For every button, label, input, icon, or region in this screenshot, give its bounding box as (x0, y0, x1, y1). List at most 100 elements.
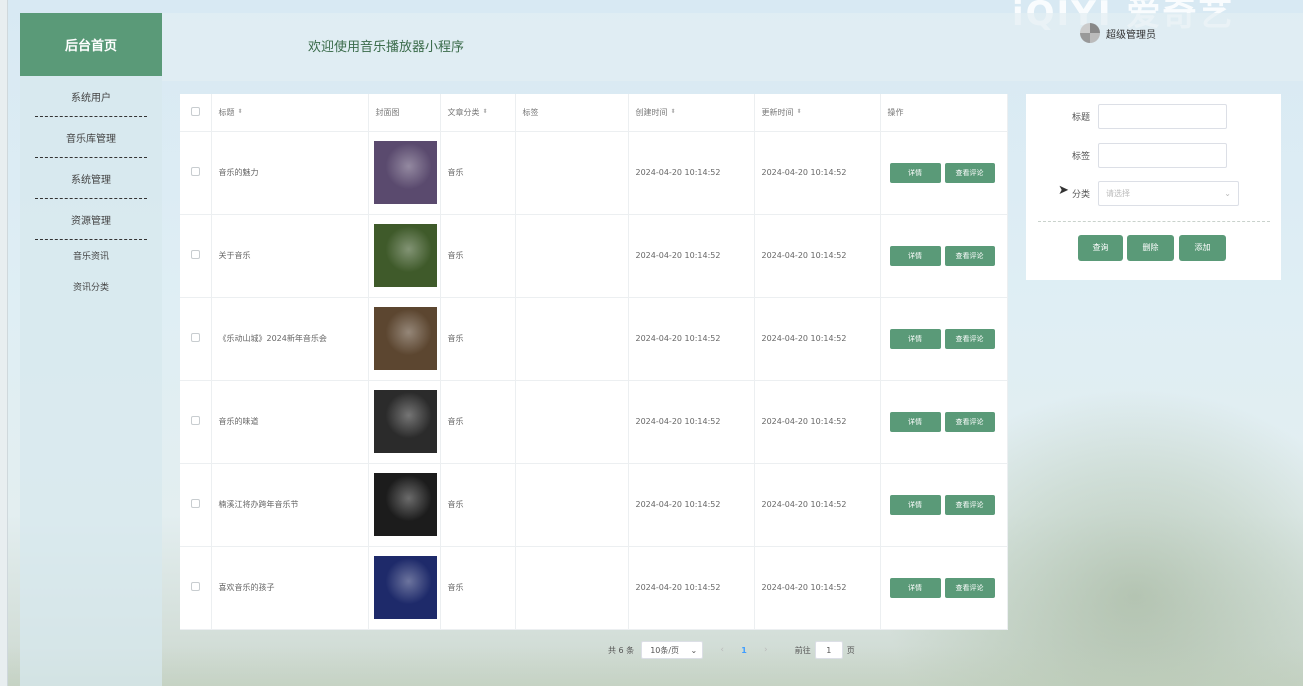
view-comments-button[interactable]: 查看评论 (944, 494, 995, 515)
row-created: 2024-04-20 10:14:52 (628, 214, 755, 298)
row-cover (368, 380, 441, 464)
tag-input[interactable] (1098, 143, 1227, 168)
detail-button[interactable]: 详情 (889, 411, 941, 432)
view-comments-button[interactable]: 查看评论 (944, 328, 995, 349)
column-header-updated[interactable]: 更新时间 ⬍ (754, 94, 881, 132)
top-header: 欢迎使用音乐播放器小程序 超级管理员 (162, 13, 1303, 81)
row-actions: 详情 查看评论 (880, 214, 1008, 298)
sidebar-subitem-news-category[interactable]: 资讯分类 (20, 271, 162, 302)
sidebar-item-music-library[interactable]: 音乐库管理 (35, 117, 147, 158)
select-all-checkbox[interactable] (190, 106, 200, 116)
table-row: 音乐的味道 音乐 2024-04-20 10:14:52 2024-04-20 10:… (180, 380, 1008, 464)
filter-row-tag: 标签 (1026, 143, 1227, 168)
row-actions: 详情 查看评论 (880, 297, 1008, 381)
column-header-created[interactable]: 创建时间 ⬍ (628, 94, 755, 132)
sort-icon[interactable]: ⬍ (483, 109, 488, 115)
filter-title-label: 标题 (1071, 113, 1090, 123)
view-comments-button[interactable]: 查看评论 (944, 577, 995, 598)
column-header-cover: 封面图 (368, 94, 441, 132)
table-header-row: 标题 ⬍ 封面图 文章分类 ⬍ 标签 创建时间 ⬍ 更新时间 ⬍ 操作 (180, 94, 1008, 132)
row-updated: 2024-04-20 10:14:52 (754, 380, 881, 464)
cover-image (373, 390, 437, 453)
sidebar-item-system-management[interactable]: 系统管理 (35, 158, 147, 199)
avatar-icon (1080, 23, 1100, 43)
next-page-icon[interactable]: › (761, 645, 771, 655)
row-tags (515, 546, 629, 630)
row-created: 2024-04-20 10:14:52 (628, 131, 755, 215)
cover-image (373, 473, 437, 536)
row-created: 2024-04-20 10:14:52 (628, 380, 755, 464)
cover-image (373, 141, 437, 204)
detail-button[interactable]: 详情 (889, 245, 941, 266)
row-created: 2024-04-20 10:14:52 (628, 546, 755, 630)
column-header-title[interactable]: 标题 ⬍ (211, 94, 369, 132)
sidebar-brand-home[interactable]: 后台首页 (20, 13, 162, 76)
row-cover (368, 297, 441, 381)
row-checkbox[interactable] (190, 333, 200, 342)
row-actions: 详情 查看评论 (880, 380, 1008, 464)
cover-image (373, 307, 437, 370)
sort-icon[interactable]: ⬍ (671, 109, 676, 115)
prev-page-icon[interactable]: ‹ (717, 645, 727, 655)
sidebar-item-resource-management[interactable]: 资源管理 (35, 199, 147, 240)
goto-suffix: 页 (846, 645, 855, 655)
sort-icon[interactable]: ⬍ (238, 109, 243, 115)
row-actions: 详情 查看评论 (880, 463, 1008, 547)
cover-image (373, 556, 437, 619)
view-comments-button[interactable]: 查看评论 (944, 411, 995, 432)
column-header-category[interactable]: 文章分类 ⬍ (440, 94, 516, 132)
row-checkbox[interactable] (190, 499, 200, 508)
delete-button[interactable]: 删除 (1127, 235, 1174, 261)
filter-row-title: 标题 (1026, 104, 1227, 129)
row-checkbox[interactable] (190, 416, 200, 425)
table-row: 《乐动山城》2024新年音乐会 音乐 2024-04-20 10:14:52 2024… (180, 297, 1008, 381)
row-title: 《乐动山城》2024新年音乐会 (211, 297, 369, 381)
row-actions: 详情 查看评论 (880, 131, 1008, 215)
row-checkbox[interactable] (190, 167, 200, 176)
row-tags (515, 214, 629, 298)
row-tags (515, 463, 629, 547)
user-menu[interactable]: 超级管理员 (1080, 23, 1156, 43)
panel-divider (1038, 221, 1270, 222)
category-select[interactable]: 请选择 ⌄ (1098, 181, 1239, 206)
sort-icon[interactable]: ⬍ (797, 109, 802, 115)
sidebar-subitem-music-news[interactable]: 音乐资讯 (20, 240, 162, 271)
row-category: 音乐 (440, 214, 516, 298)
row-title: 音乐的魅力 (211, 131, 369, 215)
window-edge (0, 0, 8, 686)
page-size-select[interactable]: 10条/页 ⌄ (641, 641, 704, 659)
row-cover (368, 214, 441, 298)
detail-button[interactable]: 详情 (889, 328, 941, 349)
row-checkbox[interactable] (190, 250, 200, 259)
pagination-total: 共 6 条 (608, 645, 635, 655)
detail-button[interactable]: 详情 (889, 577, 941, 598)
detail-button[interactable]: 详情 (889, 162, 941, 183)
row-title: 音乐的味道 (211, 380, 369, 464)
goto-page-input[interactable]: 1 (814, 641, 843, 659)
chevron-down-icon: ⌄ (1224, 189, 1231, 198)
add-button[interactable]: 添加 (1179, 235, 1226, 261)
detail-button[interactable]: 详情 (889, 494, 941, 515)
view-comments-button[interactable]: 查看评论 (944, 245, 995, 266)
row-category: 音乐 (440, 380, 516, 464)
row-actions: 详情 查看评论 (880, 546, 1008, 630)
row-updated: 2024-04-20 10:14:52 (754, 546, 881, 630)
news-table: 标题 ⬍ 封面图 文章分类 ⬍ 标签 创建时间 ⬍ 更新时间 ⬍ 操作 音乐的魅力 音乐 2… (180, 94, 1008, 630)
pagination: 共 6 条 10条/页 ⌄ ‹ 1 › 前往 1 页 (608, 641, 855, 659)
view-comments-button[interactable]: 查看评论 (944, 162, 995, 183)
table-row: 关于音乐 音乐 2024-04-20 10:14:52 2024-04-20 10:1… (180, 214, 1008, 298)
chevron-down-icon: ⌄ (690, 645, 698, 655)
sidebar: 后台首页 系统用户 音乐库管理 系统管理 资源管理 音乐资讯 资讯分类 (20, 13, 162, 686)
column-header-tags: 标签 (515, 94, 629, 132)
table-row: 音乐的魅力 音乐 2024-04-20 10:14:52 2024-04-20 10:… (180, 131, 1008, 215)
row-updated: 2024-04-20 10:14:52 (754, 463, 881, 547)
page-number-current[interactable]: 1 (741, 646, 747, 655)
row-checkbox[interactable] (190, 582, 200, 591)
column-header-ops: 操作 (880, 94, 1008, 132)
search-button[interactable]: 查询 (1078, 235, 1123, 261)
sidebar-item-system-users[interactable]: 系统用户 (35, 76, 147, 117)
title-input[interactable] (1098, 104, 1227, 129)
row-title: 楠溪江将办跨年音乐节 (211, 463, 369, 547)
row-category: 音乐 (440, 546, 516, 630)
row-cover (368, 131, 441, 215)
